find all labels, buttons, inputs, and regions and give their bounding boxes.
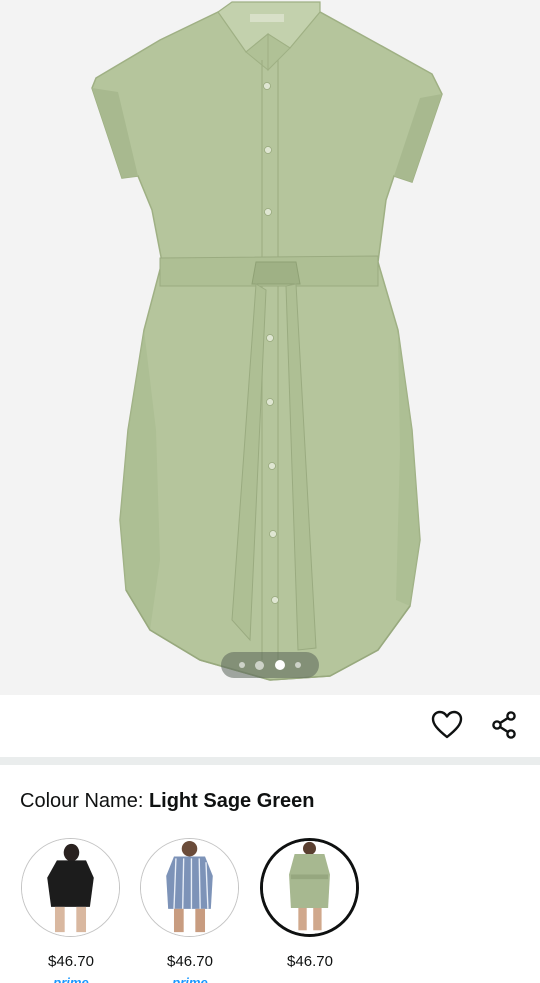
heart-icon: [431, 710, 463, 739]
share-button[interactable]: [486, 707, 522, 743]
product-image-dress: [91, 1, 443, 681]
prime-badge: prime: [21, 976, 121, 983]
image-pager[interactable]: [221, 652, 319, 678]
swatch-image: [263, 841, 356, 934]
colour-label-text: Colour Name:: [20, 790, 149, 812]
swatch-price: $46.70: [48, 953, 94, 970]
product-actions-bar: [0, 695, 540, 757]
swatch-price: $46.70: [167, 953, 213, 970]
swatch-price: $46.70: [287, 953, 333, 970]
pager-dot[interactable]: [255, 660, 265, 670]
colour-swatch-blue-stripe[interactable]: [140, 838, 239, 937]
pager-dot[interactable]: [294, 662, 301, 668]
swatch-image: [22, 839, 119, 936]
prime-badge: prime: [140, 976, 240, 983]
colour-swatch-light-sage-green[interactable]: [260, 838, 359, 937]
colour-name-label: Colour Name: Light Sage Green: [20, 790, 315, 813]
pager-dot[interactable]: [239, 662, 246, 668]
section-divider: [0, 757, 540, 765]
pager-dot-active[interactable]: [274, 660, 285, 670]
wishlist-button[interactable]: [429, 707, 465, 743]
colour-swatch-black[interactable]: [21, 838, 120, 937]
product-image-area[interactable]: [0, 0, 540, 695]
share-icon: [492, 711, 516, 739]
colour-value: Light Sage Green: [148, 790, 315, 812]
swatch-image: [141, 839, 238, 936]
